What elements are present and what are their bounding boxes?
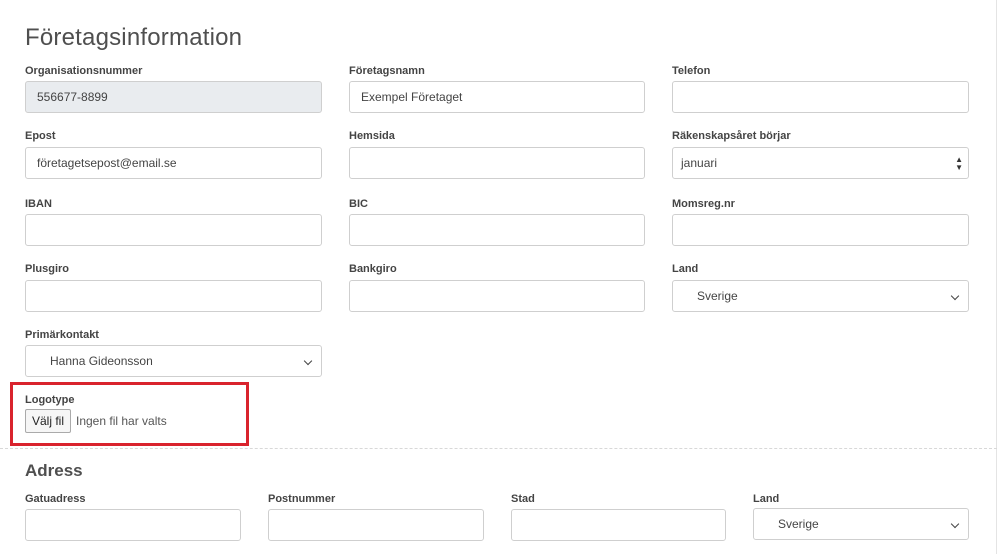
fiscal-year-field: Räkenskapsåret börjar januari ▲ ▼ (672, 130, 969, 180)
postal-code-input[interactable] (268, 509, 484, 541)
primary-contact-field: Primärkontakt Hanna Gideonsson (25, 329, 322, 379)
email-field: Epost företagetsepost@email.se (25, 130, 322, 180)
bankgiro-field: Bankgiro (349, 263, 645, 313)
street-input[interactable] (25, 509, 241, 541)
chevron-down-icon (950, 291, 960, 301)
bankgiro-label: Bankgiro (349, 263, 397, 275)
vat-number-field: Momsreg.nr (672, 198, 969, 248)
phone-input[interactable] (672, 81, 969, 113)
primary-contact-select[interactable]: Hanna Gideonsson (25, 345, 322, 377)
bic-label: BIC (349, 198, 368, 210)
bankgiro-input[interactable] (349, 280, 645, 312)
plusgiro-input[interactable] (25, 280, 322, 312)
iban-label: IBAN (25, 198, 52, 210)
choose-file-button[interactable]: Välj fil (25, 409, 72, 433)
postal-code-field: Postnummer (268, 493, 484, 543)
logo-label: Logotype (25, 394, 75, 406)
address-country-field: Land Sverige (753, 493, 969, 543)
vat-number-input[interactable] (672, 214, 969, 246)
plusgiro-field: Plusgiro (25, 263, 322, 313)
website-field: Hemsida (349, 130, 645, 180)
country-select[interactable]: Sverige (672, 280, 969, 312)
primary-contact-value: Hanna Gideonsson (50, 354, 153, 368)
address-country-value: Sverige (778, 517, 819, 531)
plusgiro-label: Plusgiro (25, 263, 70, 275)
iban-field: IBAN (25, 198, 322, 248)
org-number-label: Organisationsnummer (25, 65, 143, 77)
org-number-input[interactable]: 556677-8899 (25, 81, 322, 113)
email-label: Epost (25, 130, 56, 142)
fiscal-year-select[interactable]: januari ▲ ▼ (672, 147, 969, 179)
country-value: Sverige (697, 289, 738, 303)
street-label: Gatuadress (25, 493, 86, 505)
website-label: Hemsida (349, 130, 395, 142)
website-input[interactable] (349, 147, 645, 179)
bic-field: BIC (349, 198, 645, 248)
fiscal-year-value: januari (681, 156, 718, 170)
section-divider (0, 448, 997, 449)
address-country-select[interactable]: Sverige (753, 508, 969, 540)
address-country-label: Land (753, 493, 780, 505)
file-status-text: Ingen fil har valts (76, 414, 167, 428)
vat-number-label: Momsreg.nr (672, 198, 735, 210)
country-field: Land Sverige (672, 263, 969, 313)
org-number-field: Organisationsnummer 556677-8899 (25, 65, 322, 115)
up-down-arrows-icon: ▲ ▼ (955, 155, 963, 172)
phone-field: Telefon (672, 65, 969, 115)
postal-code-label: Postnummer (268, 493, 336, 505)
primary-contact-label: Primärkontakt (25, 329, 99, 341)
fiscal-year-label: Räkenskapsåret börjar (672, 130, 791, 142)
chevron-down-icon (303, 356, 313, 366)
phone-label: Telefon (672, 65, 711, 77)
bic-input[interactable] (349, 214, 645, 246)
city-input[interactable] (511, 509, 726, 541)
city-field: Stad (511, 493, 726, 543)
city-label: Stad (511, 493, 535, 505)
company-name-label: Företagsnamn (349, 65, 425, 77)
company-name-field: Företagsnamn Exempel Företaget (349, 65, 645, 115)
page-title: Företagsinformation (25, 24, 243, 51)
address-section-title: Adress (25, 461, 83, 480)
iban-input[interactable] (25, 214, 322, 246)
street-field: Gatuadress (25, 493, 241, 543)
country-label: Land (672, 263, 699, 275)
company-name-input[interactable]: Exempel Företaget (349, 81, 645, 113)
chevron-down-icon (950, 519, 960, 529)
email-input[interactable]: företagetsepost@email.se (25, 147, 322, 179)
